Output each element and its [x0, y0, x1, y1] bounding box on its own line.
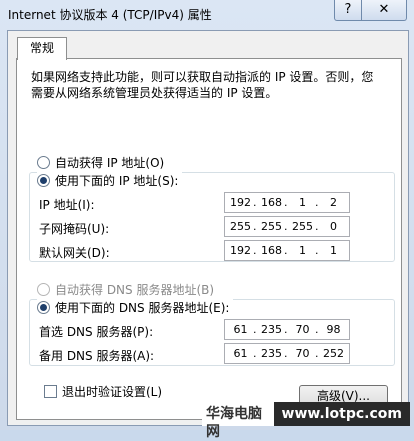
radio-auto-ip-label: 自动获得 IP 地址(O): [55, 156, 165, 170]
octet: 255: [253, 217, 287, 236]
alternate-dns-field[interactable]: 61 235 70 252: [224, 343, 350, 364]
octet: 2: [315, 193, 349, 212]
octet: 98: [315, 320, 349, 339]
dialog-window: Internet 协议版本 4 (TCP/IPv4) 属性 ? ✕ 常规 如果网…: [0, 0, 414, 440]
octet: 252: [315, 344, 349, 363]
title-bar: Internet 协议版本 4 (TCP/IPv4) 属性 ? ✕: [0, 0, 414, 30]
radio-indicator-selected: [37, 301, 50, 314]
description-text: 如果网络支持此功能，则可以获取自动指派的 IP 设置。否则，您需要从网络系统管理…: [31, 70, 374, 100]
octet: 61: [233, 323, 248, 336]
radio-manual-ip[interactable]: 使用下面的 IP 地址(S):: [37, 172, 183, 189]
subnet-mask-field[interactable]: 255 255 255 0: [224, 216, 350, 237]
octet: 70: [284, 344, 318, 363]
preferred-dns-label: 首选 DNS 服务器(P):: [39, 325, 154, 339]
octet: 70: [284, 320, 318, 339]
octet: 0: [315, 217, 349, 236]
octet: 168: [253, 241, 287, 260]
octet: 1: [284, 193, 318, 212]
watermark-url: www.lotpc.com: [273, 402, 410, 426]
ip-address-field[interactable]: 192 168 1 2: [224, 192, 350, 213]
radio-auto-dns[interactable]: 自动获得 DNS 服务器地址(B): [37, 281, 214, 298]
help-button[interactable]: ?: [334, 0, 362, 21]
dialog-client: 常规 如果网络支持此功能，则可以获取自动指派的 IP 设置。否则，您需要从网络系…: [7, 30, 409, 426]
radio-auto-dns-label: 自动获得 DNS 服务器地址(B): [55, 283, 215, 297]
radio-manual-dns-label: 使用下面的 DNS 服务器地址(E):: [55, 301, 230, 315]
preferred-dns-field[interactable]: 61 235 70 98: [224, 319, 350, 340]
octet: 192: [230, 244, 251, 257]
octet: 61: [233, 347, 248, 360]
alternate-dns-label: 备用 DNS 服务器(A):: [39, 349, 155, 363]
ip-address-label: IP 地址(I):: [39, 198, 95, 212]
radio-auto-ip[interactable]: 自动获得 IP 地址(O): [37, 154, 164, 171]
tab-general[interactable]: 常规: [17, 37, 67, 60]
octet: 1: [315, 241, 349, 260]
octet: 255: [284, 217, 318, 236]
octet: 192: [230, 196, 251, 209]
octet: 168: [253, 193, 287, 212]
subnet-mask-label: 子网掩码(U):: [39, 222, 110, 236]
radio-indicator-selected: [37, 174, 50, 187]
window-title: Internet 协议版本 4 (TCP/IPv4) 属性: [8, 8, 212, 22]
radio-manual-dns[interactable]: 使用下面的 DNS 服务器地址(E):: [37, 299, 234, 316]
radio-indicator: [37, 156, 50, 169]
octet: 1: [284, 241, 318, 260]
default-gateway-field[interactable]: 192 168 1 1: [224, 240, 350, 261]
watermark: 华海电脑网 www.lotpc.com: [202, 402, 410, 440]
octet: 235: [253, 320, 287, 339]
checkbox-box: [44, 385, 57, 398]
radio-manual-ip-label: 使用下面的 IP 地址(S):: [55, 174, 179, 188]
validate-on-exit-checkbox[interactable]: 退出时验证设置(L): [44, 383, 162, 400]
close-button[interactable]: ✕: [361, 0, 407, 21]
default-gateway-label: 默认网关(D):: [39, 246, 110, 260]
tab-pane-general: 如果网络支持此功能，则可以获取自动指派的 IP 设置。否则，您需要从网络系统管理…: [16, 58, 402, 420]
validate-on-exit-label: 退出时验证设置(L): [62, 385, 163, 399]
octet: 255: [230, 220, 251, 233]
watermark-site-name: 华海电脑网: [202, 402, 274, 440]
octet: 235: [253, 344, 287, 363]
radio-indicator: [37, 283, 50, 296]
